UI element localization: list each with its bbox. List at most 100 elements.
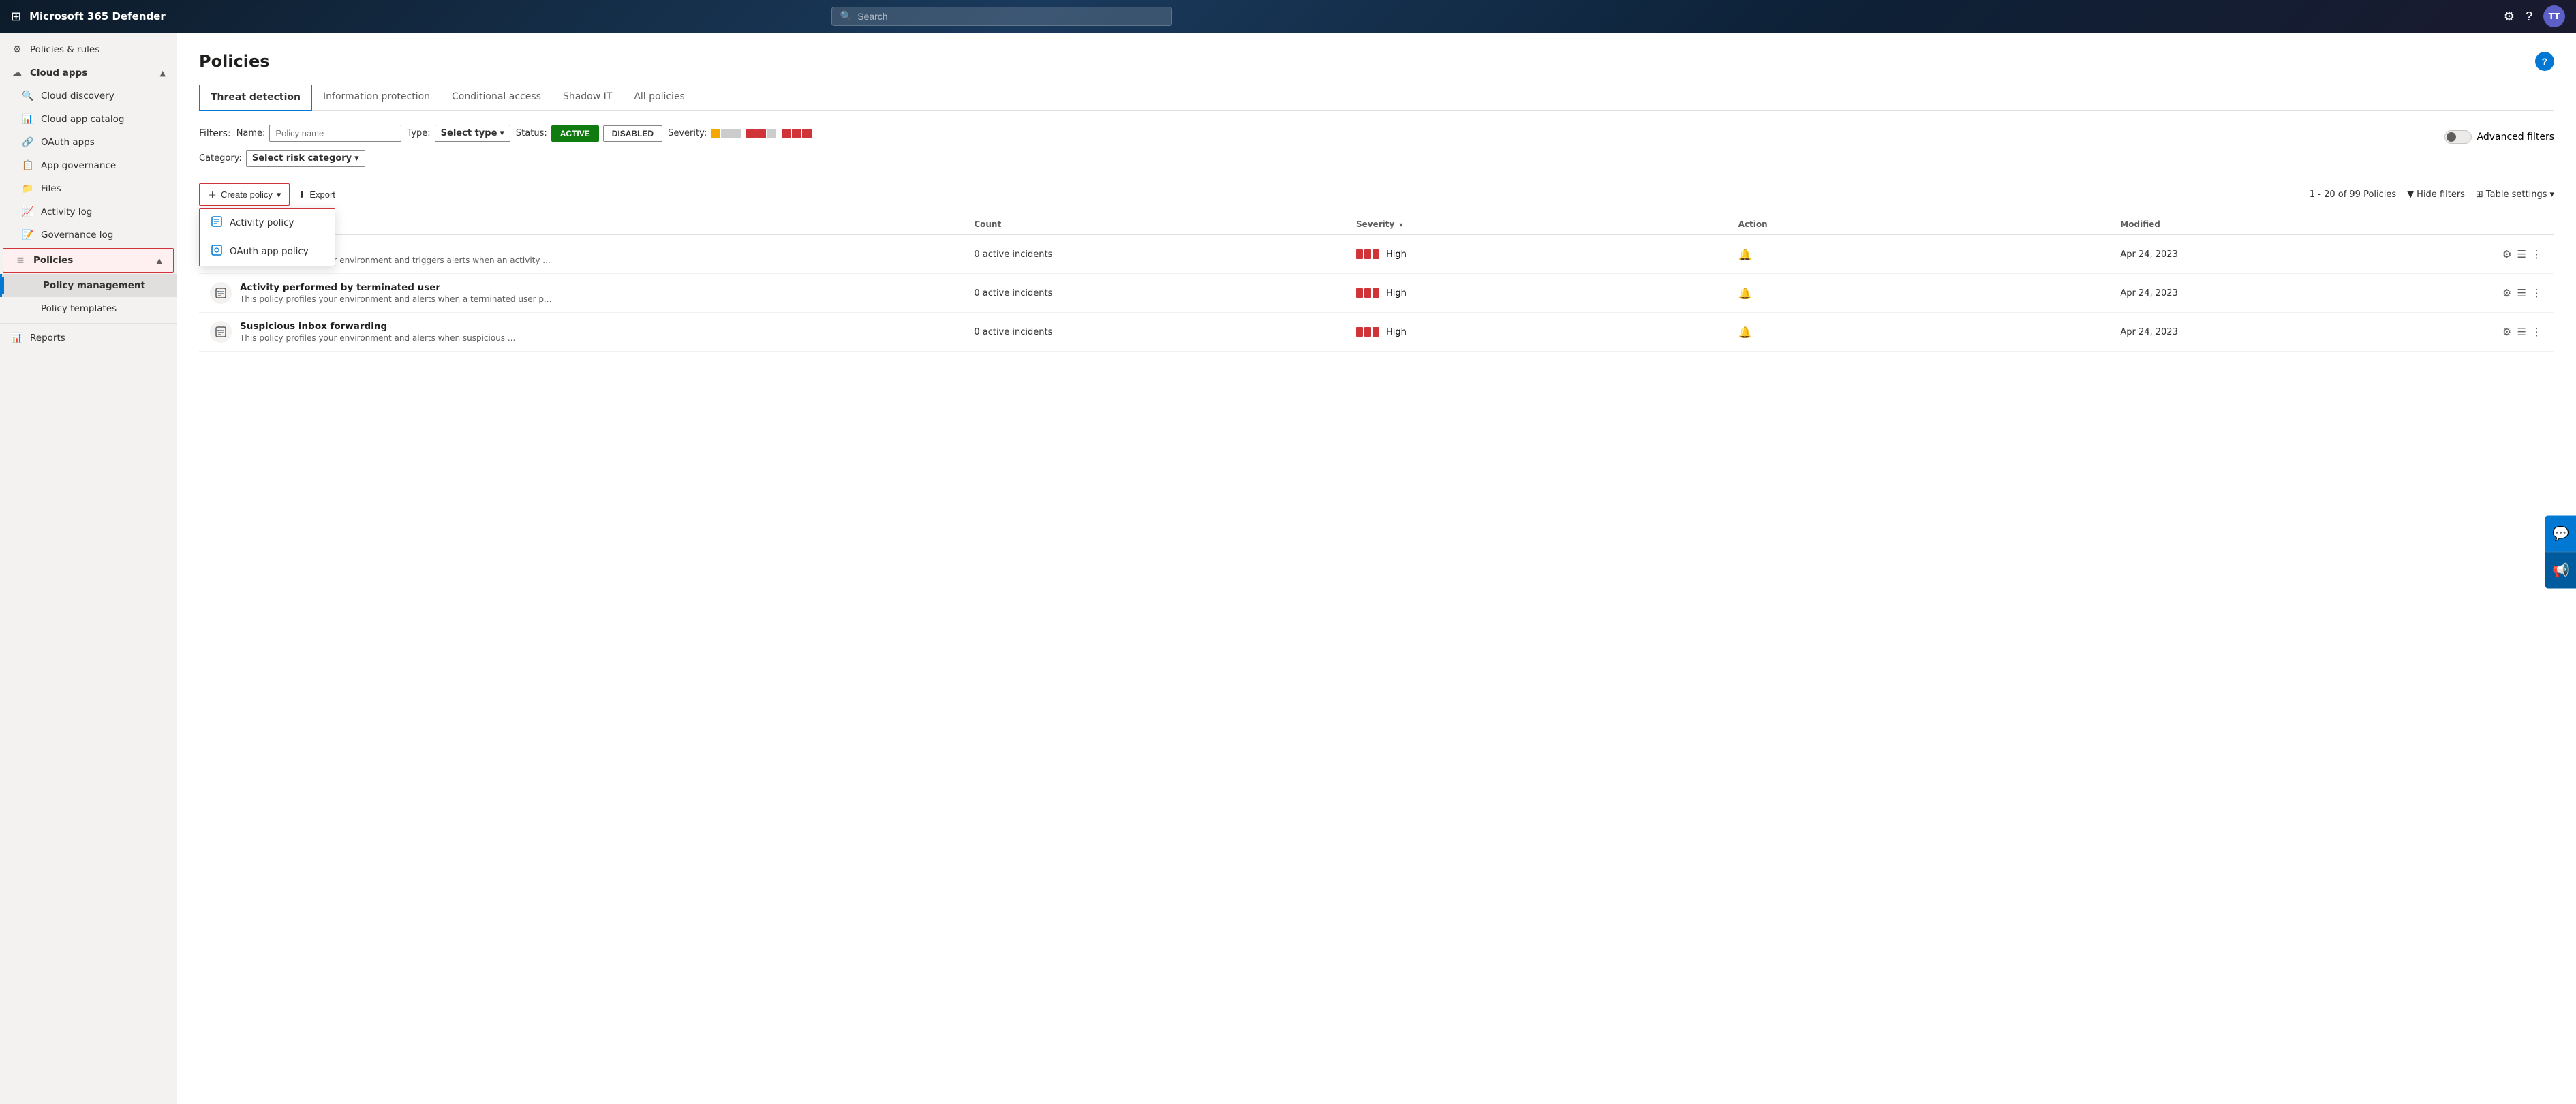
- dropdown-item-label: Activity policy: [230, 217, 294, 228]
- col-severity[interactable]: Severity ▾: [1356, 219, 1738, 229]
- tab-threat-detection[interactable]: Threat detection: [199, 85, 312, 111]
- sidebar-item-cloud-app-catalog[interactable]: 📊 Cloud app catalog: [0, 108, 177, 131]
- dropdown-item-activity-policy[interactable]: Activity policy: [200, 209, 335, 237]
- row-gear-icon[interactable]: ⚙: [2502, 287, 2511, 299]
- type-filter-select[interactable]: Select type ▾: [435, 125, 510, 142]
- sidebar-item-label: Cloud app catalog: [41, 114, 124, 125]
- row-actions-2[interactable]: ⚙ ☰ ⋮: [2502, 287, 2543, 299]
- severity-med-box2: [756, 129, 766, 138]
- category-filter-chevron: ▾: [354, 153, 359, 164]
- help-icon[interactable]: ?: [2526, 10, 2532, 24]
- policies-rules-icon: ⚙: [11, 44, 23, 55]
- table-row[interactable]: Activity policy This policy profiles you…: [199, 235, 2554, 274]
- help-button[interactable]: ?: [2535, 52, 2554, 71]
- row-more-icon[interactable]: ⋮: [2532, 287, 2542, 299]
- type-filter: Type: Select type ▾: [407, 125, 510, 142]
- category-row: Category: Select risk category ▾: [199, 150, 812, 167]
- advanced-filters-toggle[interactable]: [2444, 130, 2472, 144]
- support-feedback-button[interactable]: 📢: [2545, 552, 2576, 589]
- row-actions-1[interactable]: ⚙ ☰ ⋮: [2502, 248, 2543, 260]
- sidebar-item-policy-templates[interactable]: Policy templates: [0, 297, 177, 320]
- sev-bar3: [1373, 327, 1379, 337]
- table-settings-icon: ⊞: [2476, 189, 2483, 200]
- sidebar-item-governance-log[interactable]: 📝 Governance log: [0, 224, 177, 247]
- sidebar-item-cloud-discovery[interactable]: 🔍 Cloud discovery: [0, 85, 177, 108]
- create-policy-dropdown: Activity policy OAuth app policy: [199, 208, 335, 266]
- name-filter-input[interactable]: [269, 125, 401, 142]
- tab-conditional-access[interactable]: Conditional access: [441, 85, 552, 111]
- advanced-filters-label: Advanced filters: [2477, 132, 2554, 142]
- modified-cell-1: Apr 24, 2023: [2120, 249, 2502, 260]
- sidebar-item-oauth-apps[interactable]: 🔗 OAuth apps: [0, 131, 177, 154]
- severity-label-2: High: [1386, 288, 1407, 298]
- tab-all-policies[interactable]: All policies: [623, 85, 696, 111]
- table-header: Name Count Severity ▾ Action Modified: [199, 214, 2554, 235]
- sidebar-item-activity-log[interactable]: 📈 Activity log: [0, 200, 177, 224]
- export-icon: ⬇: [298, 189, 305, 200]
- avatar[interactable]: TT: [2543, 5, 2565, 27]
- severity-cell-1: High: [1356, 249, 1738, 260]
- policy-name-2: Activity performed by terminated user: [240, 282, 551, 293]
- row-list-icon[interactable]: ☰: [2517, 287, 2526, 299]
- status-disabled-btn[interactable]: DISABLED: [603, 125, 662, 142]
- app-title: Microsoft 365 Defender: [29, 10, 166, 22]
- sidebar-item-label: Activity log: [41, 206, 92, 217]
- policy-desc-2: This policy profiles your environment an…: [240, 294, 551, 304]
- policy-cell-3: Suspicious inbox forwarding This policy …: [210, 321, 974, 343]
- sidebar-item-policy-management[interactable]: Policy management: [0, 274, 177, 297]
- severity-high[interactable]: [782, 129, 812, 138]
- sidebar-item-app-governance[interactable]: 📋 App governance: [0, 154, 177, 177]
- sidebar-section-policies[interactable]: ≡ Policies ▲: [3, 248, 174, 273]
- table-settings-button[interactable]: ⊞ Table settings ▾: [2476, 189, 2554, 200]
- search-input[interactable]: [857, 11, 1163, 22]
- files-icon: 📁: [22, 183, 34, 194]
- search-bar[interactable]: 🔍: [831, 7, 1172, 26]
- count-cell-2: 0 active incidents: [974, 288, 1356, 298]
- sidebar-item-policies-rules[interactable]: ⚙ Policies & rules: [0, 38, 177, 61]
- category-filter-select[interactable]: Select risk category ▾: [246, 150, 365, 167]
- policies-group: Policy management Policy templates: [0, 274, 177, 320]
- row-gear-icon[interactable]: ⚙: [2502, 326, 2511, 338]
- export-button[interactable]: ⬇ Export: [298, 189, 335, 200]
- sidebar: ⚙ Policies & rules ☁ Cloud apps ▲ 🔍 Clou…: [0, 33, 177, 1104]
- sidebar-item-files[interactable]: 📁 Files: [0, 177, 177, 200]
- row-more-icon[interactable]: ⋮: [2532, 326, 2542, 338]
- action-cell-3: 🔔: [1738, 326, 2121, 339]
- layout: ⚙ Policies & rules ☁ Cloud apps ▲ 🔍 Clou…: [0, 33, 2576, 1104]
- category-filter-label: Category:: [199, 153, 242, 164]
- topbar: ⊞ Microsoft 365 Defender 🔍 ⚙ ? TT: [0, 0, 2576, 33]
- severity-low[interactable]: [711, 129, 741, 138]
- dropdown-item-oauth-app-policy[interactable]: OAuth app policy: [200, 237, 335, 266]
- status-active-btn[interactable]: ACTIVE: [551, 125, 599, 142]
- row-actions-3[interactable]: ⚙ ☰ ⋮: [2502, 326, 2543, 338]
- col-action: Action: [1738, 219, 2121, 229]
- action-cell-2: 🔔: [1738, 287, 2121, 300]
- grid-icon[interactable]: ⊞: [11, 10, 21, 24]
- support-chat-button[interactable]: 💬: [2545, 516, 2576, 552]
- severity-medium[interactable]: [746, 129, 776, 138]
- advanced-filters-toggle-area: Advanced filters: [2444, 125, 2554, 144]
- severity-sort-icon: ▾: [1400, 221, 1403, 229]
- filters-label: Filters:: [199, 128, 231, 139]
- cloud-apps-icon: ☁: [11, 67, 23, 78]
- row-more-icon[interactable]: ⋮: [2532, 248, 2542, 260]
- table-row[interactable]: Suspicious inbox forwarding This policy …: [199, 313, 2554, 352]
- row-list-icon[interactable]: ☰: [2517, 248, 2526, 260]
- activity-policy-icon: [211, 215, 223, 230]
- hide-filters-button[interactable]: ▼ Hide filters: [2407, 189, 2465, 200]
- row-gear-icon[interactable]: ⚙: [2502, 248, 2511, 260]
- policy-icon-2: [210, 282, 232, 304]
- tab-shadow-it[interactable]: Shadow IT: [552, 85, 623, 111]
- settings-icon[interactable]: ⚙: [2504, 10, 2515, 24]
- tab-information-protection[interactable]: Information protection: [312, 85, 441, 111]
- table-row[interactable]: Activity performed by terminated user Th…: [199, 274, 2554, 313]
- severity-label-3: High: [1386, 327, 1407, 337]
- oauth-apps-icon: 🔗: [22, 137, 34, 148]
- sidebar-section-cloud-apps[interactable]: ☁ Cloud apps ▲: [0, 61, 177, 85]
- sidebar-item-reports[interactable]: 📊 Reports: [0, 326, 177, 350]
- table-settings-chevron: ▾: [2549, 189, 2554, 200]
- filters-area: Filters: Name: Type: Select type ▾: [199, 125, 812, 178]
- row-list-icon[interactable]: ☰: [2517, 326, 2526, 338]
- col-modified: Modified: [2120, 219, 2502, 229]
- create-policy-button[interactable]: ＋ Create policy ▾: [199, 183, 290, 206]
